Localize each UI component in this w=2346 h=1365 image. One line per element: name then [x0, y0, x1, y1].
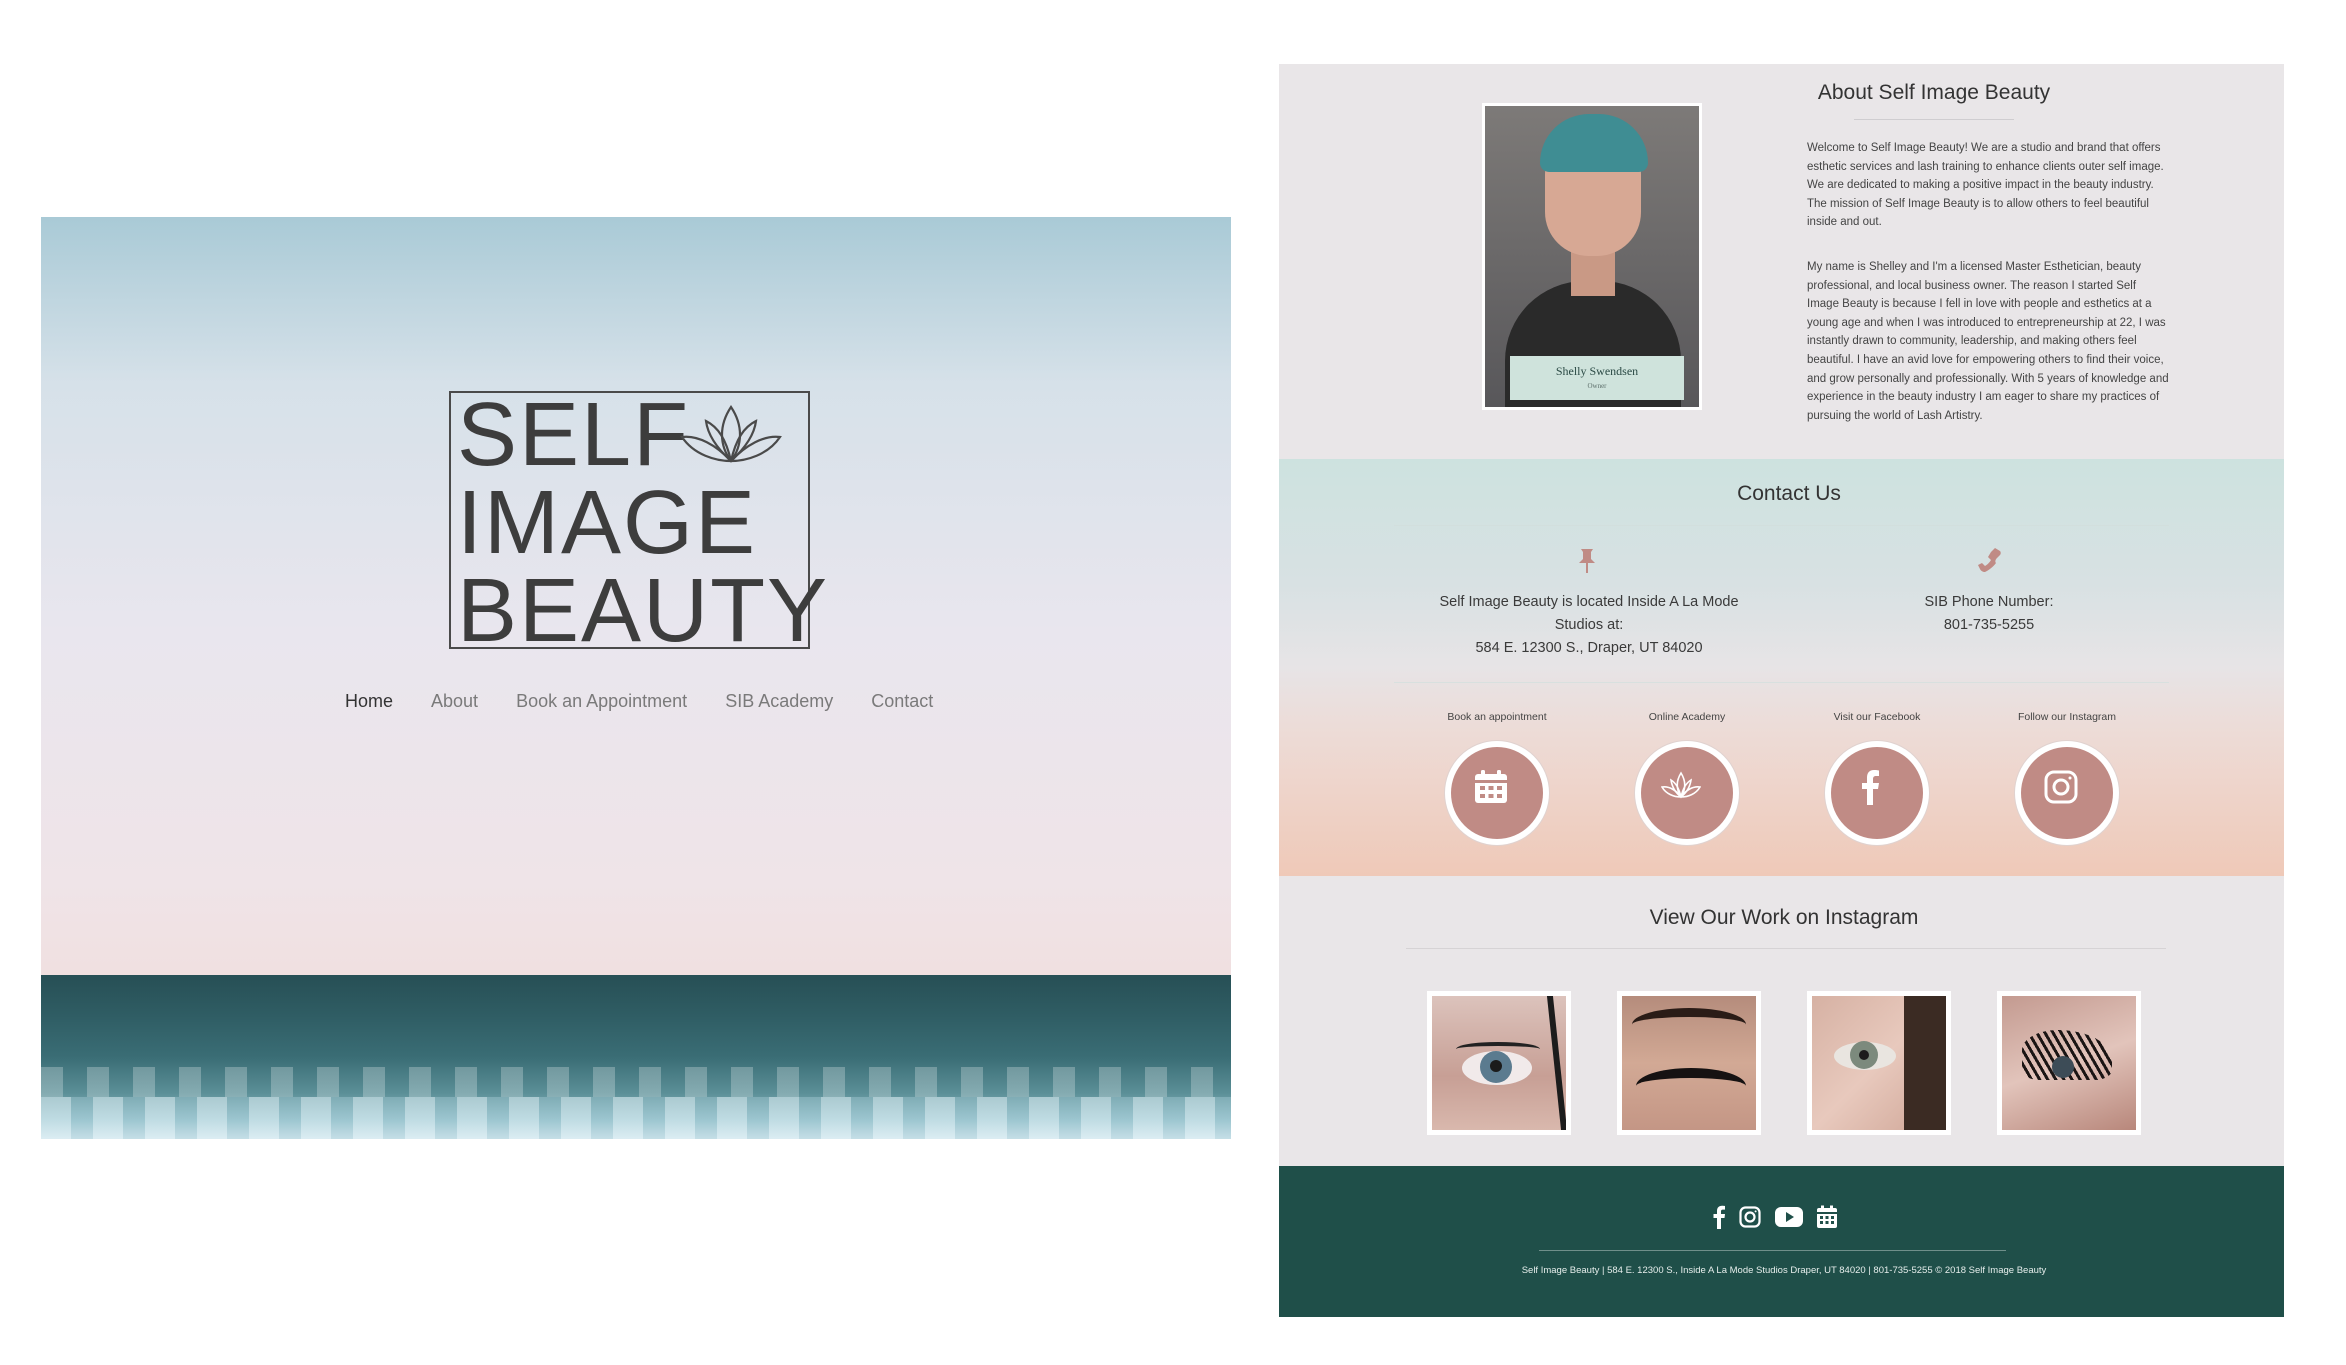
facebook-button[interactable] [1825, 741, 1929, 845]
about-paragraph-2: My name is Shelley and I'm a licensed Ma… [1807, 261, 2169, 422]
divider [1406, 948, 2166, 949]
instagram-photo[interactable] [1807, 991, 1951, 1135]
calendar-icon [1475, 770, 1507, 803]
hero-section: SELF IMAGE BEAUTY Home About Book an App… [41, 217, 1231, 1139]
instagram-photo[interactable] [1617, 991, 1761, 1135]
divider [1394, 682, 2169, 683]
link-label-book: Book an appointment [1447, 711, 1547, 723]
online-academy-button[interactable] [1635, 741, 1739, 845]
footer-text: Self Image Beauty | 584 E. 12300 S., Ins… [1521, 1265, 2047, 1276]
about-section: Shelly Swendsen Owner About Self Image B… [1279, 64, 2284, 459]
instagram-title: View Our Work on Instagram [1649, 906, 1919, 929]
divider [1539, 1250, 2006, 1251]
facebook-icon[interactable] [1712, 1205, 1726, 1229]
facebook-icon [1862, 770, 1879, 805]
location-text: Self Image Beauty is located Inside A La… [1439, 594, 1739, 656]
owner-role: Owner [1587, 382, 1607, 390]
ocean-image [41, 975, 1231, 1139]
about-title: About Self Image Beauty [1817, 81, 2051, 104]
page-preview: Shelly Swendsen Owner About Self Image B… [1279, 64, 2284, 1317]
calendar-icon[interactable] [1816, 1205, 1838, 1229]
phone-icon[interactable] [1974, 545, 2004, 575]
nav-book-appointment[interactable]: Book an Appointment [516, 691, 687, 712]
footer-social-icons [1712, 1205, 1838, 1229]
instagram-button[interactable] [2015, 741, 2119, 845]
link-label-academy: Online Academy [1648, 711, 1726, 723]
pushpin-icon [1579, 549, 1595, 573]
instagram-photo[interactable] [1997, 991, 2141, 1135]
footer: Self Image Beauty | 584 E. 12300 S., Ins… [1279, 1166, 2284, 1317]
nav-about[interactable]: About [431, 691, 478, 712]
contact-title: Contact Us [1737, 482, 1841, 505]
instagram-photo[interactable] [1427, 991, 1571, 1135]
about-paragraph-1: Welcome to Self Image Beauty! We are a s… [1807, 142, 2164, 229]
lotus-logo-icon [680, 405, 782, 463]
link-label-facebook: Visit our Facebook [1833, 711, 1921, 723]
divider [1854, 119, 2014, 120]
portrait-photo: Shelly Swendsen Owner [1485, 106, 1699, 407]
main-nav: Home About Book an Appointment SIB Acade… [345, 691, 933, 712]
link-label-instagram: Follow our Instagram [2017, 711, 2117, 723]
nameplate: Shelly Swendsen Owner [1510, 356, 1684, 400]
instagram-icon [2044, 770, 2078, 804]
book-appointment-button[interactable] [1445, 741, 1549, 845]
owner-portrait: Shelly Swendsen Owner [1482, 103, 1702, 410]
instagram-section: View Our Work on Instagram [1279, 876, 2284, 1166]
phone-text: SIB Phone Number: 801-735-5255 [1924, 594, 2054, 633]
instagram-icon[interactable] [1738, 1205, 1762, 1229]
site-logo[interactable]: SELF IMAGE BEAUTY [449, 390, 827, 656]
youtube-icon[interactable] [1774, 1206, 1804, 1228]
owner-name: Shelly Swendsen [1555, 364, 1639, 378]
divider [1394, 525, 2169, 526]
nav-contact[interactable]: Contact [871, 691, 933, 712]
nav-sib-academy[interactable]: SIB Academy [725, 691, 833, 712]
nav-home[interactable]: Home [345, 691, 393, 712]
contact-section: Contact Us Self Image Beauty is located … [1279, 459, 2284, 876]
lotus-icon [1661, 771, 1701, 799]
